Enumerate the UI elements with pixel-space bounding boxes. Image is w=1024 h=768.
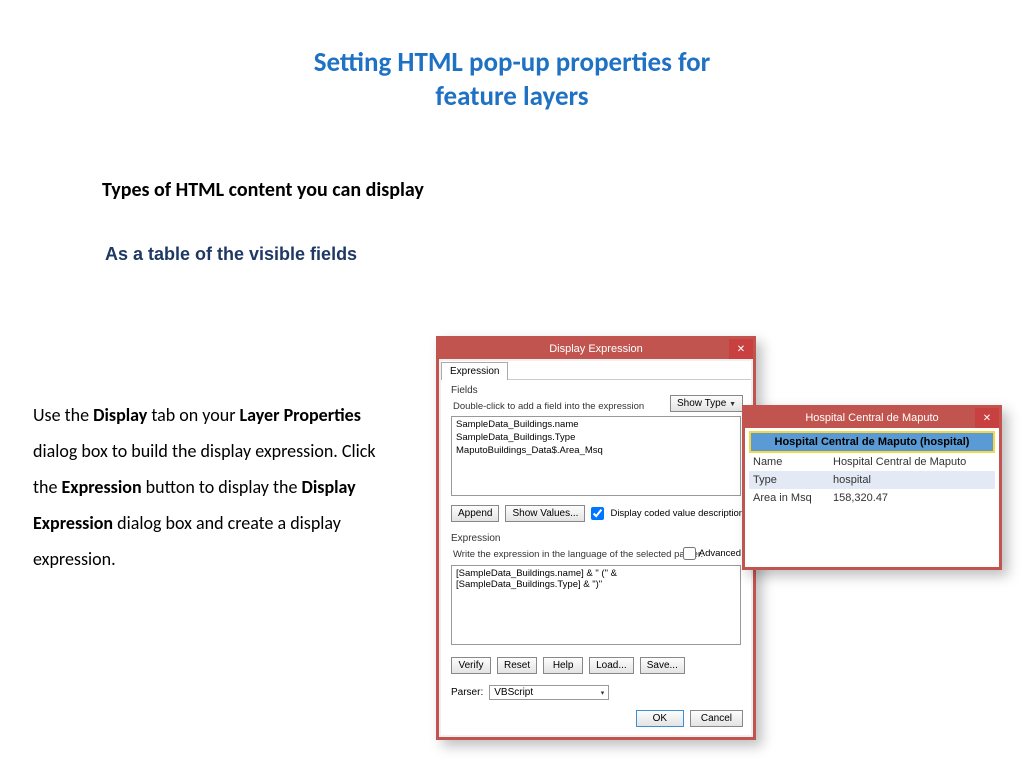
fields-groupbox-label: Fields <box>451 385 478 396</box>
popup-row: Area in Msq 158,320.47 <box>749 489 995 507</box>
body-t2: tab on your <box>147 404 239 426</box>
parser-row: Parser: VBScript ▾ <box>451 685 609 700</box>
parser-dropdown[interactable]: VBScript ▾ <box>489 685 609 700</box>
action-button-row: Verify Reset Help Load... Save... <box>451 657 685 674</box>
field-item[interactable]: SampleData_Buildings.name <box>456 419 736 432</box>
coded-value-checkbox[interactable] <box>591 507 604 520</box>
coded-value-label: Display coded value description <box>610 508 744 519</box>
body-t4: button to display the <box>142 476 302 498</box>
popup-val: hospital <box>833 474 991 486</box>
body-b1: Display <box>93 404 147 426</box>
parser-value: VBScript <box>494 687 533 698</box>
show-values-button[interactable]: Show Values... <box>505 505 585 522</box>
expression-text: [SampleData_Buildings.name] & " (" & [Sa… <box>456 568 617 590</box>
load-button[interactable]: Load... <box>589 657 634 674</box>
popup-key: Name <box>753 456 833 468</box>
popup-titlebar[interactable]: Hospital Central de Maputo ✕ <box>745 408 999 428</box>
body-b2: Layer Properties <box>240 404 361 426</box>
chevron-down-icon: ▾ <box>601 689 605 697</box>
tab-strip: Expression <box>441 361 751 380</box>
append-button[interactable]: Append <box>451 505 499 522</box>
title-line-1: Setting HTML pop-up properties for <box>314 46 711 79</box>
save-button[interactable]: Save... <box>640 657 685 674</box>
fields-hint: Double-click to add a field into the exp… <box>453 401 644 412</box>
parser-label: Parser: <box>451 687 483 698</box>
subheading-table: As a table of the visible fields <box>105 244 357 265</box>
popup-val: 158,320.47 <box>833 492 991 504</box>
advanced-label: Advanced <box>699 548 741 559</box>
title-line-2: feature layers <box>435 80 588 113</box>
advanced-checkbox[interactable] <box>683 547 696 560</box>
expression-groupbox-label: Expression <box>451 533 500 544</box>
popup-header: Hospital Central de Maputo (hospital) <box>749 431 995 453</box>
subheading-types: Types of HTML content you can display <box>102 178 424 202</box>
show-type-button[interactable]: Show Type ▼ <box>670 395 743 412</box>
popup-table: Name Hospital Central de Maputo Type hos… <box>749 453 995 507</box>
expression-textarea[interactable]: [SampleData_Buildings.name] & " (" & [Sa… <box>451 565 741 645</box>
popup-key: Type <box>753 474 833 486</box>
body-paragraph: Use the Display tab on your Layer Proper… <box>33 397 383 577</box>
chevron-down-icon: ▼ <box>729 401 736 408</box>
body-t1: Use the <box>33 404 93 426</box>
tab-expression[interactable]: Expression <box>441 362 508 380</box>
popup-close-button[interactable]: ✕ <box>975 408 999 428</box>
fields-listbox[interactable]: SampleData_Buildings.name SampleData_Bui… <box>451 416 741 496</box>
show-type-label: Show Type <box>677 398 726 409</box>
dialog-titlebar[interactable]: Display Expression ✕ <box>439 339 753 359</box>
mid-button-row: Append Show Values... Display coded valu… <box>451 505 744 522</box>
advanced-row: Advanced <box>683 547 741 560</box>
popup-row: Name Hospital Central de Maputo <box>749 453 995 471</box>
feature-popup: Hospital Central de Maputo ✕ Hospital Ce… <box>742 405 1002 570</box>
popup-row: Type hospital <box>749 471 995 489</box>
ok-button[interactable]: OK <box>636 710 684 727</box>
dialog-title: Display Expression <box>549 343 643 355</box>
close-button[interactable]: ✕ <box>729 339 753 359</box>
ok-cancel-row: OK Cancel <box>636 710 743 727</box>
popup-val: Hospital Central de Maputo <box>833 456 991 468</box>
close-icon: ✕ <box>983 413 991 424</box>
body-b3: Expression <box>62 476 142 498</box>
help-button[interactable]: Help <box>543 657 583 674</box>
popup-key: Area in Msq <box>753 492 833 504</box>
popup-title: Hospital Central de Maputo <box>805 412 938 424</box>
field-item[interactable]: MaputoBuildings_Data$.Area_Msq <box>456 445 736 458</box>
field-item[interactable]: SampleData_Buildings.Type <box>456 432 736 445</box>
close-icon: ✕ <box>737 344 745 355</box>
slide-title: Setting HTML pop-up properties for featu… <box>0 0 1024 114</box>
dialog-body: Expression Fields Double-click to add a … <box>441 361 751 735</box>
expression-hint: Write the expression in the language of … <box>453 549 703 560</box>
reset-button[interactable]: Reset <box>497 657 537 674</box>
verify-button[interactable]: Verify <box>451 657 491 674</box>
cancel-button[interactable]: Cancel <box>690 710 743 727</box>
display-expression-dialog: Display Expression ✕ Expression Fields D… <box>436 336 756 740</box>
